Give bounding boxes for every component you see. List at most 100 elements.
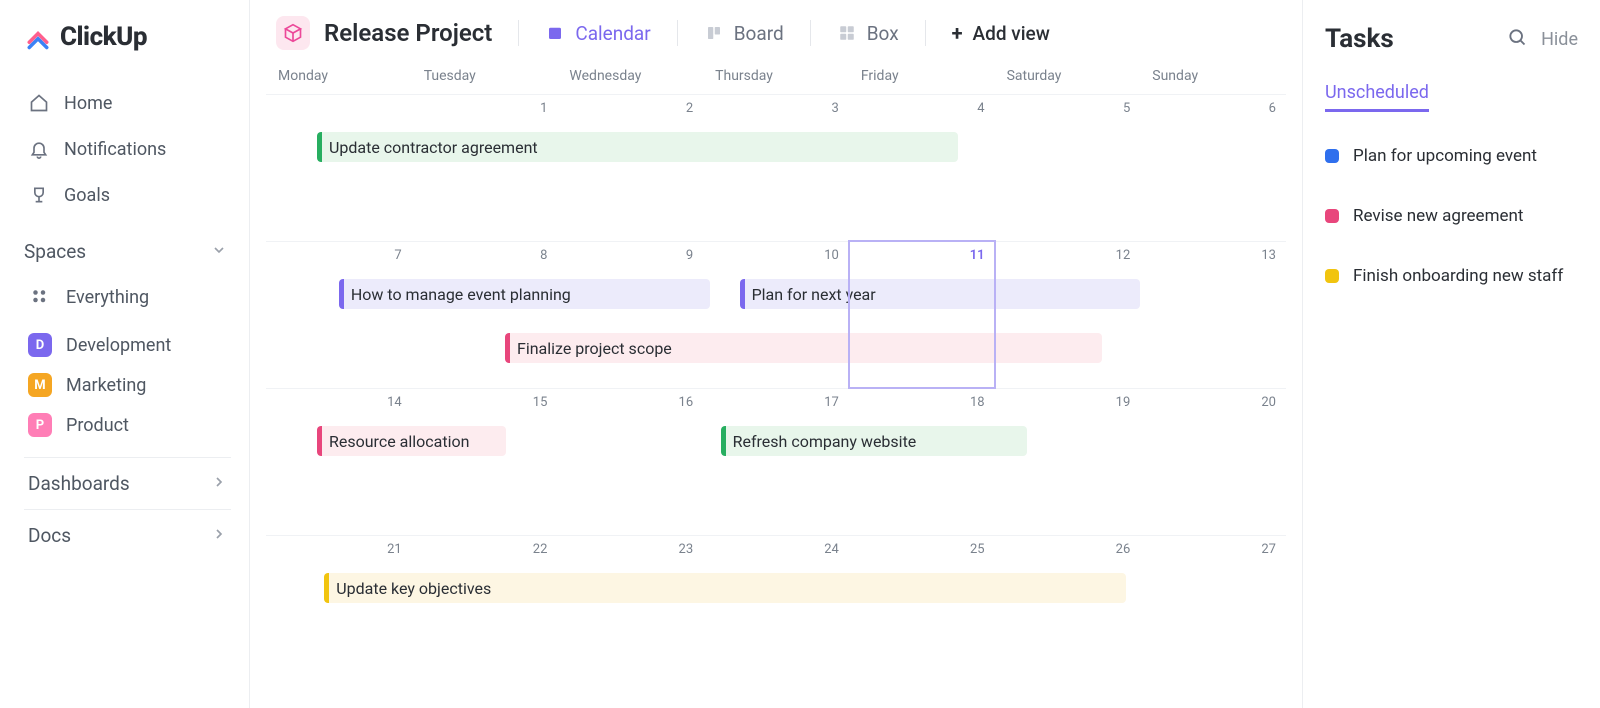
space-item[interactable]: P Product [24,405,231,445]
date-number: 21 [387,542,402,557]
date-number: 12 [1116,248,1131,263]
calendar-cell[interactable]: 16 [557,388,703,535]
weekday-label: Sunday [1140,68,1286,84]
calendar-cell[interactable]: 18 [849,388,995,535]
date-number: 2 [686,101,693,116]
topbar: Release Project Calendar Board Box + Add [250,0,1302,68]
dashboards-header[interactable]: Dashboards [24,457,231,509]
weekday-label: Tuesday [412,68,558,84]
calendar-cell[interactable]: 12 [995,241,1141,388]
space-item[interactable]: DDevelopment [24,325,231,365]
bell-icon [28,138,50,160]
calendar-cell[interactable]: 26 [995,535,1141,682]
date-number: 17 [824,395,839,410]
task-item[interactable]: Plan for upcoming event [1325,146,1578,166]
status-dot-icon [1325,149,1339,163]
spaces-header-label: Spaces [24,240,86,263]
view-label: Box [867,22,899,45]
view-calendar[interactable]: Calendar [545,22,650,45]
tasks-title: Tasks [1325,24,1394,54]
space-badge-icon: P [28,413,52,437]
calendar-cell[interactable]: 21 [266,535,412,682]
calendar-cell[interactable]: 8 [412,241,558,388]
space-badge-icon: D [28,333,52,357]
task-item[interactable]: Finish onboarding new staff [1325,266,1578,286]
calendar-cell[interactable] [266,94,412,241]
date-number: 13 [1261,248,1276,263]
calendar-cell[interactable]: 15 [412,388,558,535]
weekday-label: Saturday [995,68,1141,84]
calendar-cell[interactable]: 10 [703,241,849,388]
calendar-cell[interactable]: 25 [849,535,995,682]
date-number: 15 [533,395,548,410]
nav-notifications[interactable]: Notifications [24,130,231,168]
calendar-cell[interactable]: 19 [995,388,1141,535]
nav-label: Home [64,93,112,114]
space-label: Product [66,415,129,436]
calendar-cell[interactable]: 9 [557,241,703,388]
calendar-cell[interactable]: 23 [557,535,703,682]
nav-home[interactable]: Home [24,84,231,122]
view-label: Board [734,22,784,45]
date-number: 22 [533,542,548,557]
calendar-cell[interactable]: 22 [412,535,558,682]
calendar-cell[interactable]: 2 [557,94,703,241]
search-icon[interactable] [1507,27,1527,51]
separator [925,20,926,46]
separator [810,20,811,46]
chevron-down-icon [211,240,227,263]
dashboards-label: Dashboards [28,472,130,495]
date-number: 14 [387,395,402,410]
calendar-cell[interactable]: 14 [266,388,412,535]
calendar-cell[interactable]: 7 [266,241,412,388]
calendar-cell[interactable]: 20 [1140,388,1286,535]
space-everything[interactable]: Everything [24,277,231,317]
logo-mark-icon [24,23,52,51]
date-number: 24 [824,542,839,557]
separator [677,20,678,46]
calendar-cell[interactable]: 11 [849,241,995,388]
calendar-cell[interactable]: 5 [995,94,1141,241]
tasks-tab-unscheduled[interactable]: Unscheduled [1325,82,1429,112]
calendar-cell[interactable]: 24 [703,535,849,682]
logo[interactable]: ClickUp [24,22,231,52]
docs-header[interactable]: Docs [24,509,231,561]
add-view-button[interactable]: + Add view [952,21,1050,45]
weekday-label: Friday [849,68,995,84]
date-number: 9 [686,248,693,263]
calendar-cell[interactable]: 4 [849,94,995,241]
date-number: 20 [1261,395,1276,410]
docs-label: Docs [28,524,71,547]
calendar-cell[interactable]: 17 [703,388,849,535]
view-label: Calendar [575,22,650,45]
view-box[interactable]: Box [837,22,899,45]
space-item[interactable]: MMarketing [24,365,231,405]
view-board[interactable]: Board [704,22,784,45]
calendar-cell[interactable]: 1 [412,94,558,241]
task-label: Plan for upcoming event [1353,146,1537,166]
date-number: 10 [824,248,839,263]
task-item[interactable]: Revise new agreement [1325,206,1578,226]
date-number: 6 [1269,101,1276,116]
spaces-header[interactable]: Spaces [24,222,231,269]
calendar-icon [545,23,565,43]
grid-icon [28,285,52,309]
date-number: 4 [977,101,984,116]
project-chip[interactable]: Release Project [276,16,492,50]
calendar-cell[interactable]: 13 [1140,241,1286,388]
chevron-right-icon [211,524,227,547]
tasks-panel-actions: Hide [1507,27,1578,51]
sidebar: ClickUp Home Notifications Goals Spaces … [0,0,250,708]
logo-text: ClickUp [60,22,147,52]
calendar-cell[interactable]: 3 [703,94,849,241]
nav-goals[interactable]: Goals [24,176,231,214]
space-badge-icon: M [28,373,52,397]
calendar-cell[interactable]: 27 [1140,535,1286,682]
calendar-weekday-header: MondayTuesdayWednesdayThursdayFridaySatu… [266,68,1286,94]
status-dot-icon [1325,269,1339,283]
main-area: Release Project Calendar Board Box + Add [250,0,1302,708]
calendar-cell[interactable]: 6 [1140,94,1286,241]
date-number: 25 [970,542,985,557]
hide-button[interactable]: Hide [1541,29,1578,50]
date-number: 11 [970,248,985,263]
